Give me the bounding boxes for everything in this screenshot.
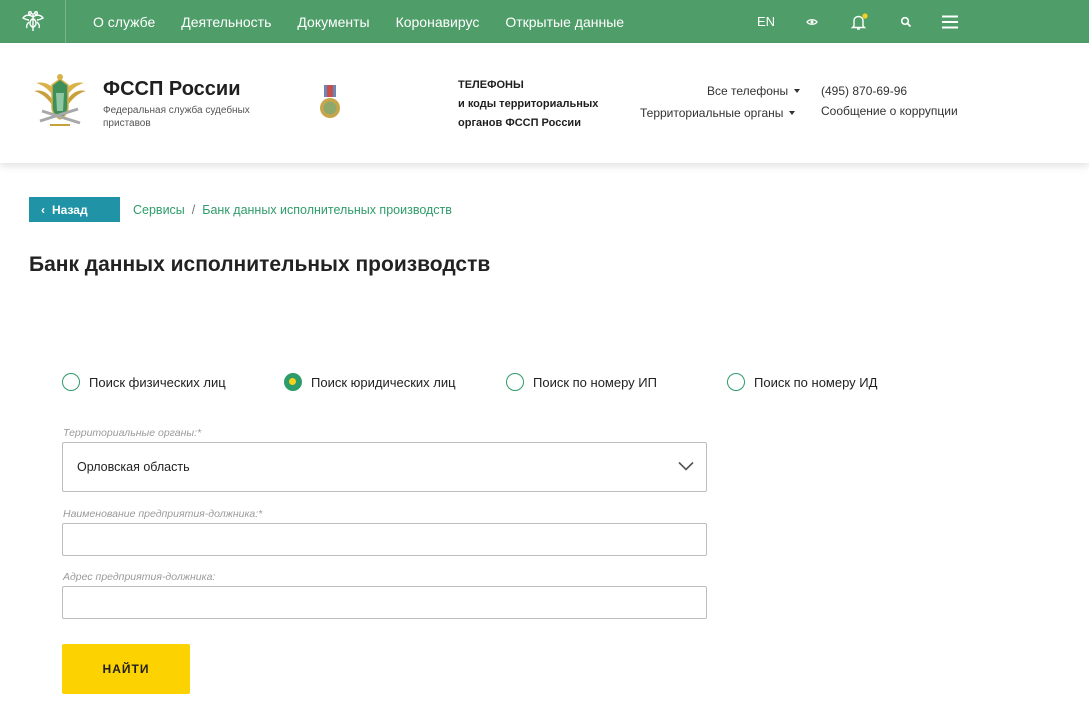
emblem-icon[interactable]: [30, 71, 90, 133]
menu-icon[interactable]: [938, 0, 962, 43]
site-title[interactable]: ФССП России: [103, 78, 241, 101]
back-label: Назад: [52, 202, 88, 217]
company-name-label: Наименование предприятия-должника:*: [63, 508, 263, 520]
company-address-input[interactable]: [62, 586, 707, 619]
breadcrumb: Сервисы / Банк данных исполнительных про…: [133, 203, 452, 217]
all-phones-dropdown[interactable]: Все телефоны: [707, 84, 801, 98]
radio-id-number[interactable]: Поиск по номеру ИД: [727, 373, 877, 391]
corruption-report-link[interactable]: Сообщение о коррупции: [821, 104, 958, 118]
radio-ip-number[interactable]: Поиск по номеру ИП: [506, 373, 657, 391]
back-button[interactable]: ‹ Назад: [29, 197, 120, 222]
breadcrumb-separator: /: [191, 203, 196, 217]
search-icon[interactable]: [896, 0, 916, 43]
breadcrumb-services[interactable]: Сервисы: [133, 203, 185, 217]
eye-icon[interactable]: [803, 0, 821, 43]
medal-icon[interactable]: [318, 85, 342, 121]
radio-circle[interactable]: [62, 373, 80, 391]
all-phones-label: Все телефоны: [707, 84, 789, 98]
chevron-down-icon: [678, 461, 694, 471]
radio-legal-entities[interactable]: Поиск юридических лиц: [284, 373, 456, 391]
nav-item-about[interactable]: О службе: [93, 14, 155, 30]
radio-circle[interactable]: [727, 373, 745, 391]
territorial-organs-label: Территориальные органы: [640, 106, 784, 120]
radio-label: Поиск по номеру ИП: [533, 374, 657, 390]
chevron-left-icon: ‹: [41, 202, 45, 217]
region-label: Территориальные органы:*: [63, 427, 202, 439]
nav-item-open-data[interactable]: Открытые данные: [505, 14, 624, 30]
nav-emblem-icon[interactable]: [0, 0, 66, 43]
nav-item-coronavirus[interactable]: Коронавирус: [396, 14, 480, 30]
radio-circle[interactable]: [284, 373, 302, 391]
company-address-label: Адрес предприятия-должника:: [63, 571, 216, 583]
site-header: ФССП России Федеральная служба судебных …: [0, 43, 1089, 163]
breadcrumb-current[interactable]: Банк данных исполнительных производств: [202, 203, 452, 217]
phones-line: и коды территориальных: [458, 98, 599, 110]
bell-icon[interactable]: [848, 0, 870, 43]
site-subtitle: Федеральная служба судебных приставов: [103, 105, 250, 129]
region-select[interactable]: Орловская область: [62, 442, 707, 492]
language-switch[interactable]: EN: [752, 0, 780, 43]
search-button[interactable]: НАЙТИ: [62, 644, 190, 694]
nav-item-documents[interactable]: Документы: [297, 14, 369, 30]
caret-down-icon: [789, 111, 796, 115]
main-menu: О службе Деятельность Документы Коронави…: [93, 14, 650, 30]
radio-label: Поиск юридических лиц: [311, 374, 456, 390]
nav-item-activity[interactable]: Деятельность: [181, 14, 271, 30]
radio-individuals[interactable]: Поиск физических лиц: [62, 373, 226, 391]
phones-line: ТЕЛЕФОНЫ: [458, 79, 524, 91]
regional-phones-link[interactable]: ТЕЛЕФОНЫ и коды территориальных органов …: [458, 76, 598, 133]
territorial-organs-dropdown[interactable]: Территориальные органы: [640, 106, 796, 120]
phones-line: органов ФССП России: [458, 117, 581, 129]
region-value: Орловская область: [77, 460, 190, 474]
caret-down-icon: [794, 89, 801, 93]
header-phone[interactable]: (495) 870-69-96: [821, 84, 907, 98]
top-navigation-bar: О службе Деятельность Документы Коронави…: [0, 0, 1089, 43]
radio-label: Поиск по номеру ИД: [754, 374, 878, 390]
page-title: Банк данных исполнительных производств: [29, 253, 491, 276]
radio-label: Поиск физических лиц: [89, 374, 226, 390]
radio-circle[interactable]: [506, 373, 524, 391]
company-name-input[interactable]: [62, 523, 707, 556]
